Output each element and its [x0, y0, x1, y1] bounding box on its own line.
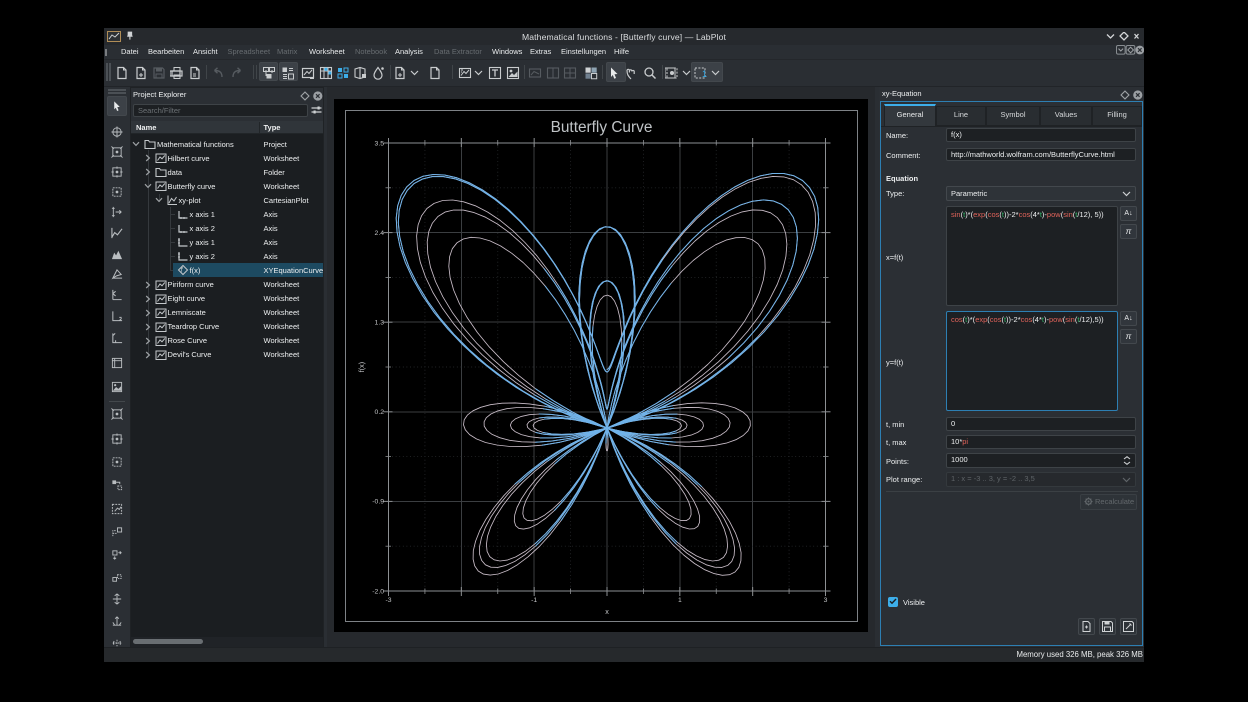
svg-text:1.3: 1.3 [375, 320, 385, 327]
svg-text:f: f [181, 268, 184, 275]
svg-text:3: 3 [824, 597, 828, 604]
svg-text:0.2: 0.2 [375, 409, 385, 416]
svg-text:-2.0: -2.0 [372, 588, 384, 595]
svg-text:1: 1 [678, 597, 682, 604]
svg-text:-0.9: -0.9 [372, 499, 384, 506]
svg-text:x: x [605, 607, 609, 616]
svg-text:1: 1 [702, 69, 707, 79]
svg-text:-3: -3 [385, 597, 391, 604]
svg-text:2.4: 2.4 [375, 230, 385, 237]
svg-text:3.5: 3.5 [375, 140, 385, 147]
svg-text:Butterfly Curve: Butterfly Curve [551, 119, 653, 136]
svg-text:f(x): f(x) [357, 362, 366, 372]
svg-text:-1: -1 [531, 597, 537, 604]
